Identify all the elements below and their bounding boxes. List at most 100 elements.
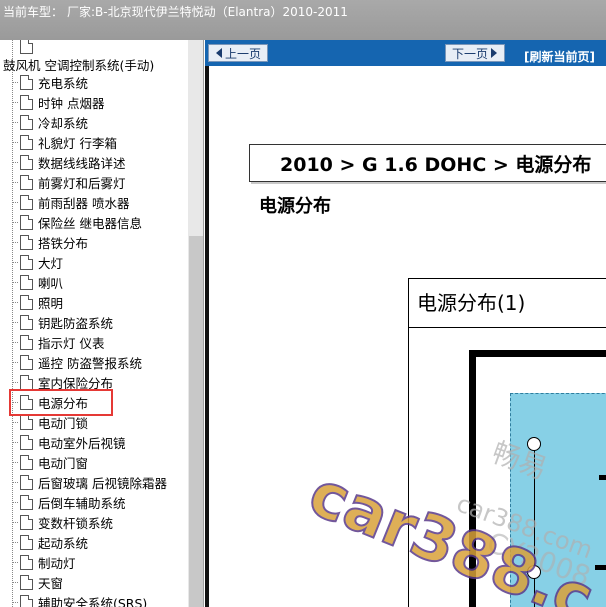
arrow-right-icon	[491, 48, 498, 58]
tree-item[interactable]: 电动室外后视镜	[12, 432, 126, 452]
document-icon	[20, 40, 33, 54]
tree-item[interactable]: 前雨刮器 喷水器	[12, 192, 130, 212]
tree-connector	[12, 122, 18, 123]
tree-item[interactable]: 充电系统	[12, 72, 89, 92]
tree-item[interactable]: 变数杆锁系统	[12, 512, 114, 532]
tree-item-partial[interactable]	[14, 40, 38, 56]
document-icon	[20, 334, 33, 350]
content-pane: 上一页 下一页 [刷新当前页] 2010 > G 1.6 DOHC > 电源分布…	[205, 40, 606, 607]
tree-item[interactable]: 搭铁分布	[12, 232, 89, 252]
frame-border	[205, 66, 209, 607]
terminal-icon	[527, 437, 541, 451]
tree-item[interactable]: 前雾灯和后雾灯	[12, 172, 126, 192]
document-icon	[20, 374, 33, 390]
sidebar-tree: 鼓风机 空调控制系统(手动) 充电系统 时钟 点烟器 冷却系统 礼貌灯 行李箱 数据线线…	[0, 40, 204, 607]
tree-item-label: 天窗	[38, 575, 64, 591]
tree-connector	[12, 202, 18, 203]
tree-item[interactable]: 遥控 防盗警报系统	[12, 352, 142, 372]
tree-item[interactable]: 钥匙防盗系统	[12, 312, 114, 332]
tree-item-label: 后倒车辅助系统	[38, 495, 126, 511]
tree-item[interactable]: 保险丝 继电器信息	[12, 212, 142, 232]
refresh-page-link[interactable]: [刷新当前页]	[524, 48, 595, 65]
tree-item-label: 充电系统	[38, 75, 89, 91]
tree-item[interactable]: 电动门窗	[12, 452, 89, 472]
next-page-label: 下一页	[452, 46, 489, 61]
document-icon	[20, 474, 33, 490]
tree-connector	[12, 362, 18, 363]
vehicle-name: 厂家:B-北京现代伊兰特悦动（Elantra）2010-2011	[67, 5, 348, 19]
document-icon	[20, 494, 33, 510]
tree-connector	[12, 422, 18, 423]
tree-item-label: 电动门窗	[38, 455, 89, 471]
document-icon	[20, 134, 33, 150]
scrollbar-thumb[interactable]	[189, 236, 203, 607]
tree-item[interactable]: 时钟 点烟器	[12, 92, 105, 112]
terminal-icon	[527, 565, 541, 579]
tree-connector	[12, 342, 18, 343]
document-icon	[20, 154, 33, 170]
tree-connector	[12, 162, 18, 163]
tree-item[interactable]: 后窗玻璃 后视镜除霜器	[12, 472, 167, 492]
vehicle-label: 当前车型：	[3, 5, 64, 19]
document-icon	[20, 314, 33, 330]
wiring-diagram: 电源分布(1)	[408, 278, 606, 607]
tree-item-label: 钥匙防盗系统	[38, 315, 114, 331]
document-icon	[20, 234, 33, 250]
diagram-bar	[599, 475, 606, 480]
tree-item-label: 遥控 防盗警报系统	[38, 355, 142, 371]
tree-item-label: 冷却系统	[38, 115, 89, 131]
tree-connector	[12, 302, 18, 303]
tree-item[interactable]: 照明	[12, 292, 63, 312]
document-icon	[20, 434, 33, 450]
tree-item[interactable]: 制动灯	[12, 552, 76, 572]
tree-item-label: 礼貌灯 行李箱	[38, 135, 117, 151]
document-icon	[20, 194, 33, 210]
tree-item[interactable]: 指示灯 仪表	[12, 332, 105, 352]
document-icon	[20, 174, 33, 190]
document-icon	[20, 114, 33, 130]
tree-item[interactable]: 天窗	[12, 572, 64, 592]
tree-connector	[12, 182, 18, 183]
tree-item[interactable]: 起动系统	[12, 532, 88, 552]
tree-item[interactable]: 大灯	[12, 252, 63, 272]
tree-connector	[12, 442, 18, 443]
tree-connector	[12, 282, 18, 283]
tree-item-label: 辅助安全系统(SRS)	[38, 595, 148, 607]
prev-page-button[interactable]: 上一页	[208, 44, 269, 62]
tree-item-label: 喇叭	[38, 275, 64, 291]
tree-list: 鼓风机 空调控制系统(手动) 充电系统 时钟 点烟器 冷却系统 礼貌灯 行李箱 数据线线…	[0, 40, 188, 607]
document-icon	[20, 554, 33, 570]
tree-connector	[12, 262, 18, 263]
vehicle-header: 当前车型： 厂家:B-北京现代伊兰特悦动（Elantra）2010-2011	[0, 0, 606, 40]
tree-connector	[12, 462, 18, 463]
tree-item[interactable]: 辅助安全系统(SRS)	[12, 592, 148, 607]
tree-connector	[12, 382, 18, 383]
tree-item[interactable]: 冷却系统	[12, 112, 89, 132]
tree-connector	[12, 582, 18, 583]
tree-item[interactable]: 后倒车辅助系统	[12, 492, 126, 512]
document-icon	[20, 354, 33, 370]
next-page-button[interactable]: 下一页	[445, 44, 506, 62]
tree-connector	[12, 562, 18, 563]
tree-item-label: 后窗玻璃 后视镜除霜器	[38, 475, 167, 491]
tree-item-label: 保险丝 继电器信息	[38, 215, 142, 231]
tree-item-label: 变数杆锁系统	[38, 515, 114, 531]
tree-item-label: 前雨刮器 喷水器	[38, 195, 130, 211]
document-icon	[20, 414, 33, 430]
tree-item-label: 指示灯 仪表	[38, 335, 105, 351]
page-breadcrumb: 2010 > G 1.6 DOHC > 电源分布	[249, 144, 606, 182]
sidebar-scrollbar[interactable]	[188, 40, 203, 607]
tree-connector	[12, 222, 18, 223]
document-icon	[20, 574, 33, 590]
tree-item-label: 搭铁分布	[38, 235, 89, 251]
tree-item[interactable]: 数据线线路详述	[12, 152, 126, 172]
tree-item[interactable]: 喇叭	[12, 272, 64, 292]
tree-item-label: 时钟 点烟器	[38, 95, 105, 111]
page-nav-bar: 上一页 下一页 [刷新当前页]	[205, 40, 606, 66]
diagram-fuse-panel	[510, 393, 606, 607]
diagram-wire	[534, 437, 535, 607]
tree-item-label: 数据线线路详述	[38, 155, 126, 171]
tree-item[interactable]: 礼貌灯 行李箱	[12, 132, 117, 152]
selected-item-highlight	[9, 389, 113, 416]
document-icon	[20, 274, 33, 290]
